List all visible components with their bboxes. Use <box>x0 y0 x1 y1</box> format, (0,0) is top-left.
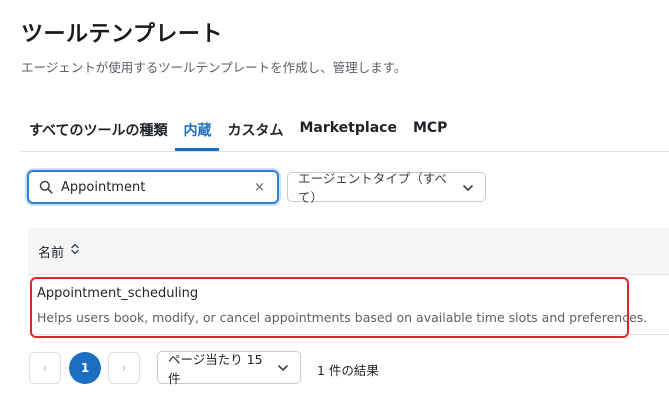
search-icon <box>39 180 53 194</box>
page-size-value: ページ当たり 15 件 <box>168 351 263 386</box>
agent-type-select[interactable]: エージェントタイプ（すべて） <box>287 171 486 205</box>
clear-icon[interactable]: × <box>254 180 265 195</box>
search-field[interactable]: × <box>27 170 279 204</box>
table-header: 名前 <box>28 228 669 274</box>
chevron-right-icon: › <box>121 361 127 375</box>
search-input[interactable] <box>61 179 241 195</box>
agent-type-select-value: エージェントタイプ（すべて） <box>298 171 447 205</box>
tab-mcp[interactable]: MCP <box>405 114 455 150</box>
tab-built-in[interactable]: 内蔵 <box>175 114 220 151</box>
tab-custom[interactable]: カスタム <box>219 114 291 150</box>
column-header-name[interactable]: 名前 <box>38 242 64 261</box>
chevron-down-icon <box>278 360 288 375</box>
tab-marketplace[interactable]: Marketplace <box>291 114 404 150</box>
highlight-box <box>30 277 629 338</box>
page-title: ツールテンプレート <box>21 22 223 47</box>
next-page-button[interactable]: › <box>108 352 140 384</box>
previous-page-button[interactable]: ‹ <box>29 352 61 384</box>
chevron-left-icon: ‹ <box>42 361 48 375</box>
sort-icon[interactable] <box>70 243 80 259</box>
chevron-down-icon <box>463 180 473 195</box>
result-count: 1 件の結果 <box>317 363 379 378</box>
tab-all-tool-types[interactable]: すべてのツールの種類 <box>21 114 175 150</box>
tabs-divider <box>21 151 669 152</box>
page-button-current[interactable]: 1 <box>69 352 101 384</box>
page-subtitle: エージェントが使用するツールテンプレートを作成し、管理します。 <box>21 60 407 75</box>
tab-bar: すべてのツールの種類 内蔵 カスタム Marketplace MCP <box>21 114 455 152</box>
page-size-select[interactable]: ページ当たり 15 件 <box>157 351 301 386</box>
